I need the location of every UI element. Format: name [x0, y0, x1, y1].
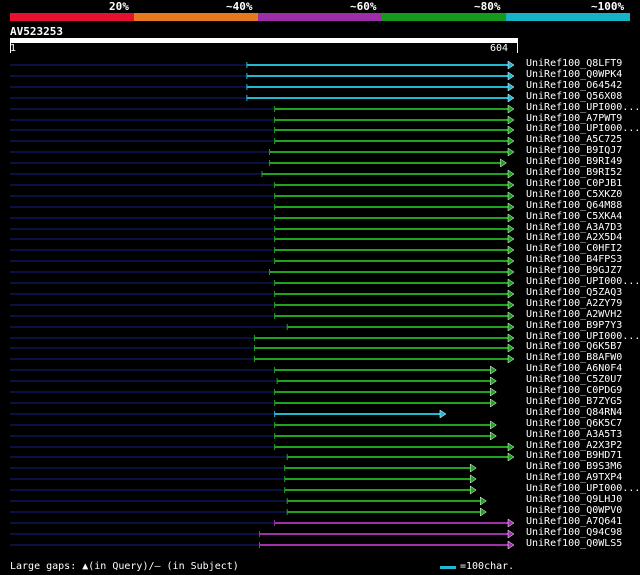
hit-arrow-icon — [507, 93, 515, 103]
hit-arrow-icon — [507, 224, 515, 234]
hit-label[interactable]: UniRef100_A2X5D4 — [526, 232, 622, 243]
hit-label[interactable]: UniRef100_Q0WLS5 — [526, 538, 622, 549]
hit-label[interactable]: UniRef100_B9S3M6 — [526, 461, 622, 472]
hit-arrow-icon — [490, 398, 497, 408]
hit-arrow-icon — [507, 540, 515, 550]
hit-label[interactable]: UniRef100_UPI000... — [526, 483, 640, 494]
hit-arrow-icon — [469, 463, 477, 473]
hit-label[interactable]: UniRef100_Q84RN4 — [526, 407, 622, 418]
hit-arrow-icon — [490, 365, 497, 375]
hit-label[interactable]: UniRef100_Q8LFT9 — [526, 58, 622, 69]
hit-arrow-icon — [490, 431, 497, 441]
hit-arrow-icon — [507, 289, 515, 299]
hit-label[interactable]: UniRef100_A6N0F4 — [526, 363, 622, 374]
hit-label[interactable]: UniRef100_Q6K5B7 — [526, 341, 622, 352]
hit-label[interactable]: UniRef100_B7ZYG5 — [526, 396, 622, 407]
hit-label[interactable]: UniRef100_B9RI52 — [526, 167, 622, 178]
hit-arrow-icon — [507, 202, 515, 212]
hit-arrow-icon — [507, 147, 515, 157]
hit-label[interactable]: UniRef100_Q6K5C7 — [526, 418, 622, 429]
hit-arrow-icon — [507, 71, 515, 81]
hit-arrow-icon — [507, 136, 515, 146]
hit-arrow-icon — [507, 518, 515, 528]
hit-label[interactable]: UniRef100_B8AFW0 — [526, 352, 622, 363]
hit-arrow-icon — [469, 474, 477, 484]
hit-arrow-icon — [507, 343, 515, 353]
hit-label[interactable]: UniRef100_A9TXP4 — [526, 472, 622, 483]
hit-label[interactable]: UniRef100_O64542 — [526, 80, 622, 91]
hit-arrow-icon — [507, 104, 515, 114]
hit-label[interactable]: UniRef100_C5Z0U7 — [526, 374, 622, 385]
hit-arrow-icon — [507, 234, 515, 244]
hit-label[interactable]: UniRef100_C0PJB1 — [526, 178, 622, 189]
gap-legend: Large gaps: ▲(in Query)/– (in Subject) — [10, 561, 239, 572]
hit-arrow-icon — [507, 169, 515, 179]
hit-arrow-icon — [507, 442, 515, 452]
hit-arrow-icon — [507, 256, 515, 266]
hit-label[interactable]: UniRef100_Q56X08 — [526, 91, 622, 102]
hit-label[interactable]: UniRef100_C5XKZ0 — [526, 189, 622, 200]
hit-arrow-icon — [490, 387, 497, 397]
hit-arrow-icon — [507, 322, 515, 332]
hit-arrow-icon — [480, 496, 487, 506]
hit-arrow-icon — [507, 278, 515, 288]
hit-label[interactable]: UniRef100_A7Q641 — [526, 516, 622, 527]
hit-arrow-icon — [507, 115, 515, 125]
hit-arrow-icon — [507, 333, 515, 343]
hit-label[interactable]: UniRef100_C5XKA4 — [526, 211, 622, 222]
hit-arrow-icon — [507, 311, 515, 321]
scale-key-bar — [440, 566, 456, 569]
hit-label[interactable]: UniRef100_Q64M88 — [526, 200, 622, 211]
hit-arrow-icon — [439, 409, 447, 419]
hit-arrow-icon — [480, 507, 487, 517]
hit-arrow-icon — [507, 213, 515, 223]
hit-label[interactable]: UniRef100_A2ZY79 — [526, 298, 622, 309]
hit-label[interactable]: UniRef100_Q0WPK4 — [526, 69, 622, 80]
hit-label[interactable]: UniRef100_B9IQJ7 — [526, 145, 622, 156]
hit-label[interactable]: UniRef100_C0PDG9 — [526, 385, 622, 396]
hit-arrow-icon — [507, 529, 515, 539]
hit-label[interactable]: UniRef100_B9HD71 — [526, 450, 622, 461]
hit-arrow-icon — [507, 300, 515, 310]
hit-arrow-icon — [507, 191, 515, 201]
hit-label[interactable]: UniRef100_A5C725 — [526, 134, 622, 145]
hit-label[interactable]: UniRef100_Q9LHJ0 — [526, 494, 622, 505]
hit-arrow-icon — [507, 245, 515, 255]
scale-key-label: =100char. — [460, 561, 515, 572]
hit-label[interactable]: UniRef100_B9P7Y3 — [526, 320, 622, 331]
hit-label[interactable]: UniRef100_A2WVH2 — [526, 309, 622, 320]
hit-label[interactable]: UniRef100_B4FPS3 — [526, 254, 622, 265]
hit-arrow-icon — [500, 158, 507, 168]
hit-label[interactable]: UniRef100_C0HFI2 — [526, 243, 622, 254]
hit-arrow-icon — [507, 354, 515, 364]
hit-label[interactable]: UniRef100_Q0WPV0 — [526, 505, 622, 516]
hit-arrow-icon — [490, 420, 497, 430]
hit-arrow-icon — [507, 267, 515, 277]
hit-arrow-icon — [507, 82, 515, 92]
hit-label[interactable]: UniRef100_A3A5T3 — [526, 429, 622, 440]
hit-arrow-icon — [507, 60, 515, 70]
hit-label[interactable]: UniRef100_UPI000... — [526, 123, 640, 134]
hit-label[interactable]: UniRef100_Q5ZAQ3 — [526, 287, 622, 298]
hit-label[interactable]: UniRef100_B9GJZ7 — [526, 265, 622, 276]
hit-arrow-icon — [490, 376, 497, 386]
hit-arrow-icon — [507, 125, 515, 135]
hit-label[interactable]: UniRef100_UPI000... — [526, 276, 640, 287]
hit-label[interactable]: UniRef100_Q94C98 — [526, 527, 622, 538]
hit-arrow-icon — [507, 452, 515, 462]
hit-arrow-icon — [507, 180, 515, 190]
hit-label[interactable]: UniRef100_B9RI49 — [526, 156, 622, 167]
hit-label[interactable]: UniRef100_UPI000... — [526, 102, 640, 113]
hit-arrow-icon — [469, 485, 477, 495]
